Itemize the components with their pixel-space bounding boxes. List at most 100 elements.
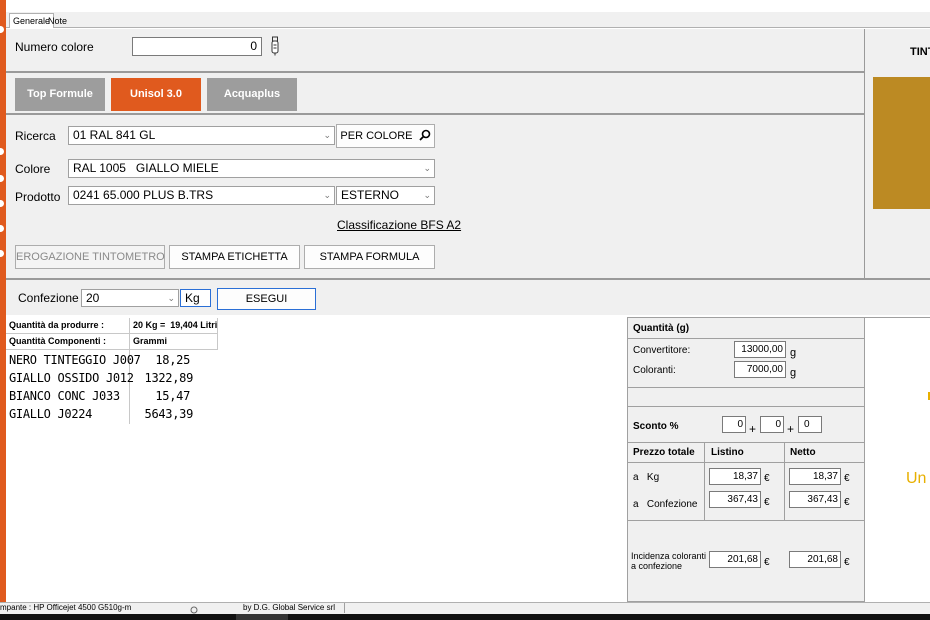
- incidenza-label-1: Incidenza coloranti: [631, 551, 707, 561]
- pricing-line-5: [627, 462, 865, 463]
- euro-sign: €: [764, 557, 770, 568]
- printer-icon: [190, 603, 198, 614]
- pricing-line-6: [627, 520, 865, 521]
- pricing-line-3: [627, 406, 865, 407]
- search-icon: [418, 129, 430, 141]
- plus-sign: +: [749, 422, 757, 436]
- kg-label: a Kg: [633, 472, 660, 483]
- per-colore-button[interactable]: PER COLORE: [336, 124, 435, 148]
- stampa-formula-button[interactable]: STAMPA FORMULA: [304, 245, 435, 269]
- color-swatch: [873, 77, 930, 209]
- comp-unit: Grammi: [130, 334, 218, 350]
- per-colore-label: PER COLORE: [340, 130, 413, 142]
- convertitore-label: Convertitore:: [633, 345, 691, 356]
- sconto-input-3[interactable]: 0: [798, 416, 822, 433]
- incidenza-listino[interactable]: 201,68: [709, 551, 761, 568]
- status-divider: [344, 603, 345, 613]
- component-grams: 5643,39: [144, 407, 194, 421]
- pricing-vline-1: [704, 442, 705, 520]
- pricing-vline-2: [784, 442, 785, 520]
- printer-status: mpante : HP Officejet 4500 G510g-m: [0, 603, 132, 612]
- euro-sign: €: [764, 473, 770, 484]
- prodotto-select[interactable]: 0241 65.000 PLUS B.TRS ⌄: [68, 186, 335, 205]
- dropper-icon[interactable]: [270, 36, 280, 56]
- convertitore-unit: g: [790, 347, 797, 359]
- confezione-value: 20: [86, 291, 100, 305]
- sconto-input-2[interactable]: 0: [760, 416, 784, 433]
- status-bar: [0, 602, 930, 614]
- coloranti-label: Coloranti:: [633, 365, 676, 376]
- quantita-header: Quantità (g): [633, 323, 690, 334]
- colore-select[interactable]: RAL 1005 GIALLO MIELE ⌄: [68, 159, 435, 178]
- taskbar: [0, 614, 930, 620]
- tab-strip: [6, 12, 930, 28]
- sconto-label: Sconto %: [633, 421, 679, 432]
- ricerca-label: Ricerca: [15, 129, 56, 143]
- divider-1: [6, 71, 864, 73]
- numero-colore-input[interactable]: 0: [132, 37, 262, 56]
- euro-sign: €: [844, 497, 850, 508]
- colore-label: Colore: [15, 162, 51, 176]
- esegui-button[interactable]: ESEGUI: [217, 288, 316, 310]
- right-partial-text: Un: [906, 470, 927, 487]
- right-lower-panel: [865, 317, 930, 602]
- kg-listino[interactable]: 18,37: [709, 468, 761, 485]
- euro-sign: €: [844, 473, 850, 484]
- netto-header: Netto: [790, 447, 816, 458]
- kg-netto[interactable]: 18,37: [789, 468, 841, 485]
- coloranti-input[interactable]: 7000,00: [734, 361, 786, 378]
- prezzo-header: Prezzo totale: [633, 447, 695, 458]
- qty-label: Quantità da produrre :: [6, 318, 130, 334]
- qty-value: 20 Kg = 19,404 Litri: [130, 318, 218, 334]
- pricing-line-2: [627, 387, 865, 388]
- component-grams: 1322,89: [144, 371, 194, 385]
- chevron-down-icon: ⌄: [323, 190, 331, 200]
- erogazione-tintometro-button[interactable]: EROGAZIONE TINTOMETRO: [15, 245, 165, 269]
- chevron-down-icon: ⌄: [167, 293, 175, 303]
- tab-note-label: Note: [48, 16, 68, 26]
- conf-label: a Confezione: [633, 499, 698, 510]
- component-name: BIANCO CONC J033: [9, 389, 120, 403]
- chevron-down-icon: ⌄: [423, 163, 431, 173]
- top-formule-tab[interactable]: Top Formule: [15, 78, 105, 111]
- credit-label: by D.G. Global Service srl: [243, 603, 336, 612]
- component-name: GIALLO J0224: [9, 407, 93, 421]
- plus-sign: +: [787, 422, 795, 436]
- uso-select[interactable]: ESTERNO ⌄: [336, 186, 435, 205]
- sconto-input-1[interactable]: 0: [722, 416, 746, 433]
- confezione-select[interactable]: 20 ⌄: [81, 289, 179, 307]
- component-grams: 15,47: [155, 389, 190, 403]
- ricerca-select[interactable]: 01 RAL 841 GL ⌄: [68, 126, 335, 145]
- taskbar-item[interactable]: [236, 614, 288, 620]
- divider-3: [6, 278, 930, 280]
- incidenza-label-2: a confezione: [631, 561, 683, 571]
- right-panel-divider: [864, 29, 865, 279]
- numero-colore-label: Numero colore: [15, 40, 94, 54]
- classificazione-link[interactable]: Classificazione BFS A2: [337, 218, 461, 232]
- conf-listino[interactable]: 367,43: [709, 491, 761, 508]
- tab-note[interactable]: Note: [45, 15, 70, 28]
- component-name: GIALLO OSSIDO J012: [9, 371, 134, 385]
- incidenza-netto[interactable]: 201,68: [789, 551, 841, 568]
- conf-netto[interactable]: 367,43: [789, 491, 841, 508]
- uso-value: ESTERNO: [341, 188, 400, 202]
- component-grams: 18,25: [155, 353, 190, 367]
- prodotto-value: 0241 65.000 PLUS B.TRS: [73, 188, 214, 202]
- convertitore-input[interactable]: 13000,00: [734, 341, 786, 358]
- unit-input[interactable]: Kg: [180, 289, 211, 307]
- euro-sign: €: [764, 497, 770, 508]
- component-name: NERO TINTEGGIO J007: [9, 353, 141, 367]
- pricing-header-line: [627, 338, 865, 339]
- comp-label: Quantità Componenti :: [6, 334, 130, 350]
- unisol-tab[interactable]: Unisol 3.0: [111, 78, 201, 111]
- coloranti-unit: g: [790, 367, 797, 379]
- prodotto-label: Prodotto: [15, 190, 61, 204]
- euro-sign: €: [844, 557, 850, 568]
- right-panel-header: TINT: [910, 46, 930, 58]
- stampa-etichetta-button[interactable]: STAMPA ETICHETTA: [169, 245, 300, 269]
- pricing-line-4: [627, 442, 865, 443]
- confezione-label: Confezione: [18, 291, 79, 305]
- acquaplus-tab[interactable]: Acquaplus: [207, 78, 297, 111]
- listino-header: Listino: [711, 447, 744, 458]
- chevron-down-icon: ⌄: [323, 130, 331, 140]
